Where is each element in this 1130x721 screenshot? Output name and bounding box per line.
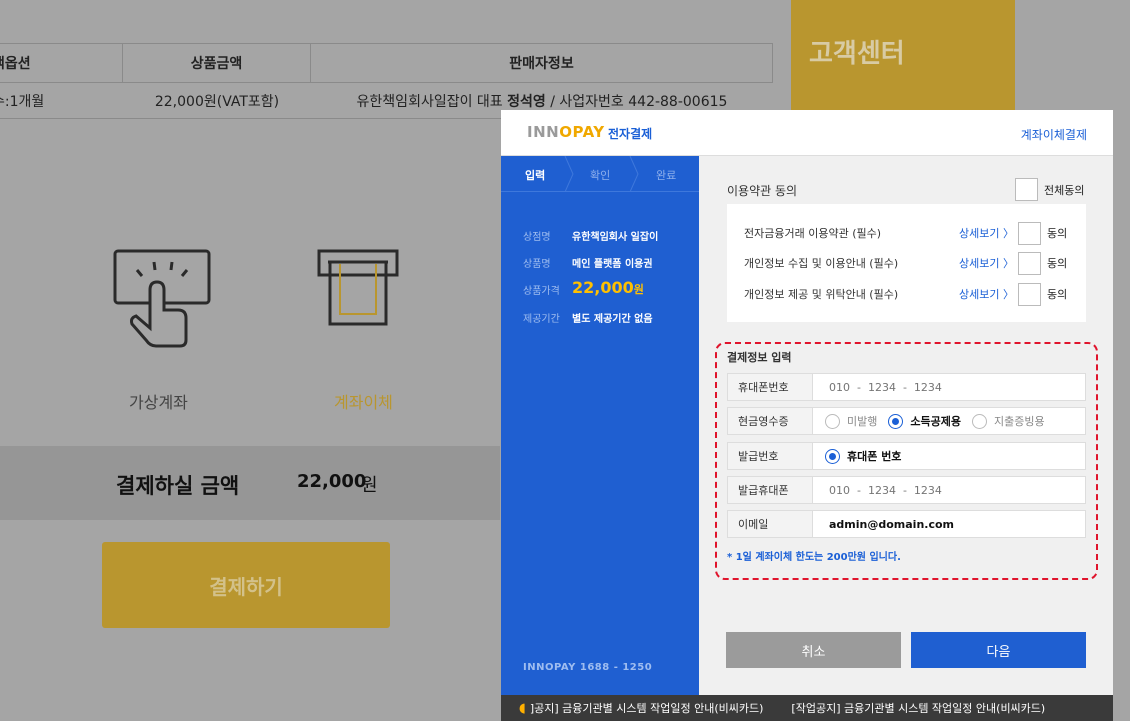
pay-button[interactable]: 결제하기 <box>102 542 390 628</box>
list-item: 개인정보 제공 및 위탁안내 (필수) 상세보기 〉 동의 <box>744 282 1084 306</box>
account-transfer-label[interactable]: 계좌이체 <box>334 389 393 413</box>
agree-all-label: 전체동의 <box>1044 183 1085 197</box>
terms-list: 전자금융거래 이용약관 (필수) 상세보기 〉 동의 개인정보 수집 및 이용안… <box>727 204 1086 322</box>
detail-link[interactable]: 상세보기 〉 <box>959 225 1018 241</box>
radio-income-deduction[interactable] <box>888 413 904 429</box>
cancel-button[interactable]: 취소 <box>726 632 901 668</box>
detail-link[interactable]: 상세보기 〉 <box>959 286 1018 302</box>
phone-input[interactable] <box>813 380 1073 394</box>
order-table: 택옵션 상품금액 판매자정보 수:1개월 22,000원(VAT포함) 유한책임… <box>0 43 773 119</box>
total-unit: 원 <box>361 475 378 496</box>
header-option: 택옵션 <box>0 44 123 82</box>
total-amount: 22,000 <box>297 471 367 492</box>
detail-link[interactable]: 상세보기 〉 <box>959 255 1018 271</box>
cell-price: 22,000원(VAT포함) <box>154 93 280 110</box>
issue-number-field: 발급번호 휴대폰 번호 <box>727 442 1086 470</box>
chevron-right-icon <box>629 156 639 192</box>
info-product: 상품명 메인 플랫폼 이용권 <box>523 259 653 270</box>
radio-expense-proof[interactable] <box>971 413 987 429</box>
radio-no-issue[interactable] <box>825 413 840 429</box>
step-input: 입력 <box>525 169 546 182</box>
ticker-item[interactable]: ]공지] 금융기관별 시스템 작업일정 안내(비씨카드) <box>530 700 764 716</box>
agree-all-checkbox[interactable] <box>1015 178 1038 201</box>
customer-center-box[interactable]: 고객센터 <box>791 0 1015 110</box>
step-indicator: 입력 확인 완료 <box>501 156 699 192</box>
terms-title: 이용약관 동의 <box>727 184 798 198</box>
phone-field: 휴대폰번호 <box>727 373 1086 401</box>
step-confirm: 확인 <box>590 169 611 182</box>
agree-checkbox[interactable] <box>1018 251 1041 275</box>
header-price: 상품금액 <box>123 44 311 82</box>
chevron-right-icon <box>564 156 574 192</box>
agree-all[interactable]: 전체동의 <box>1015 178 1084 201</box>
email-field: 이메일 <box>727 510 1086 538</box>
total-bar <box>0 446 500 520</box>
payment-modal: INNOPAY 전자결제 계좌이체결제 입력 확인 완료 상점명 유한책임회사 … <box>501 110 1113 721</box>
order-summary-panel: 입력 확인 완료 상점명 유한책임회사 일잡이 상품명 메인 플랫폼 이용권 상… <box>501 156 699 696</box>
logo-subtitle: 전자결제 <box>608 127 653 141</box>
card-touch-icon[interactable] <box>112 248 216 352</box>
innopay-logo: INNOPAY <box>527 123 605 141</box>
next-button[interactable]: 다음 <box>911 632 1086 668</box>
step-complete: 완료 <box>656 169 677 182</box>
list-item: 개인정보 수집 및 이용안내 (필수) 상세보기 〉 동의 <box>744 251 1084 275</box>
info-price: 상품가격 22,000원 <box>523 278 644 297</box>
transfer-limit-notice: * 1일 계좌이체 한도는 200만원 입니다. <box>727 552 901 563</box>
ticker-item[interactable]: [작업공지] 금융기관별 시스템 작업일정 안내(비씨카드) <box>791 700 1045 716</box>
cash-receipt-field: 현금영수증 미발행 소득공제용 지출증빙용 <box>727 407 1086 435</box>
order-table-header: 택옵션 상품금액 판매자정보 <box>0 43 773 83</box>
issue-phone-field: 발급휴대폰 <box>727 476 1086 504</box>
notice-ticker[interactable]: ◖ ]공지] 금융기관별 시스템 작업일정 안내(비씨카드) [작업공지] 금융… <box>501 695 1113 721</box>
payment-info-title: 결제정보 입력 <box>727 351 792 364</box>
info-period: 제공기간 별도 제공기간 없음 <box>523 314 653 325</box>
header-seller: 판매자정보 <box>311 44 773 82</box>
speaker-icon: ◖ <box>519 700 526 716</box>
agree-checkbox[interactable] <box>1018 282 1041 306</box>
agree-checkbox[interactable] <box>1018 221 1041 245</box>
support-phone: INNOPAY 1688 - 1250 <box>523 662 653 673</box>
list-item: 전자금융거래 이용약관 (필수) 상세보기 〉 동의 <box>744 221 1084 245</box>
customer-center-title: 고객센터 <box>809 39 905 69</box>
issue-phone-input[interactable] <box>813 483 1073 497</box>
modal-header: INNOPAY 전자결제 계좌이체결제 <box>501 110 1113 156</box>
info-store: 상점명 유한책임회사 일잡이 <box>523 232 659 243</box>
radio-phone-number[interactable] <box>825 448 840 464</box>
total-label: 결제하실 금액 <box>116 474 240 498</box>
cash-receipt-options: 미발행 소득공제용 지출증빙용 <box>813 413 1056 429</box>
payment-type-title: 계좌이체결제 <box>1020 128 1087 142</box>
email-input[interactable] <box>813 517 1073 531</box>
atm-slot-icon[interactable] <box>316 248 400 328</box>
virtual-account-label[interactable]: 가상계좌 <box>129 389 188 413</box>
cell-option: 수:1개월 <box>0 93 45 110</box>
